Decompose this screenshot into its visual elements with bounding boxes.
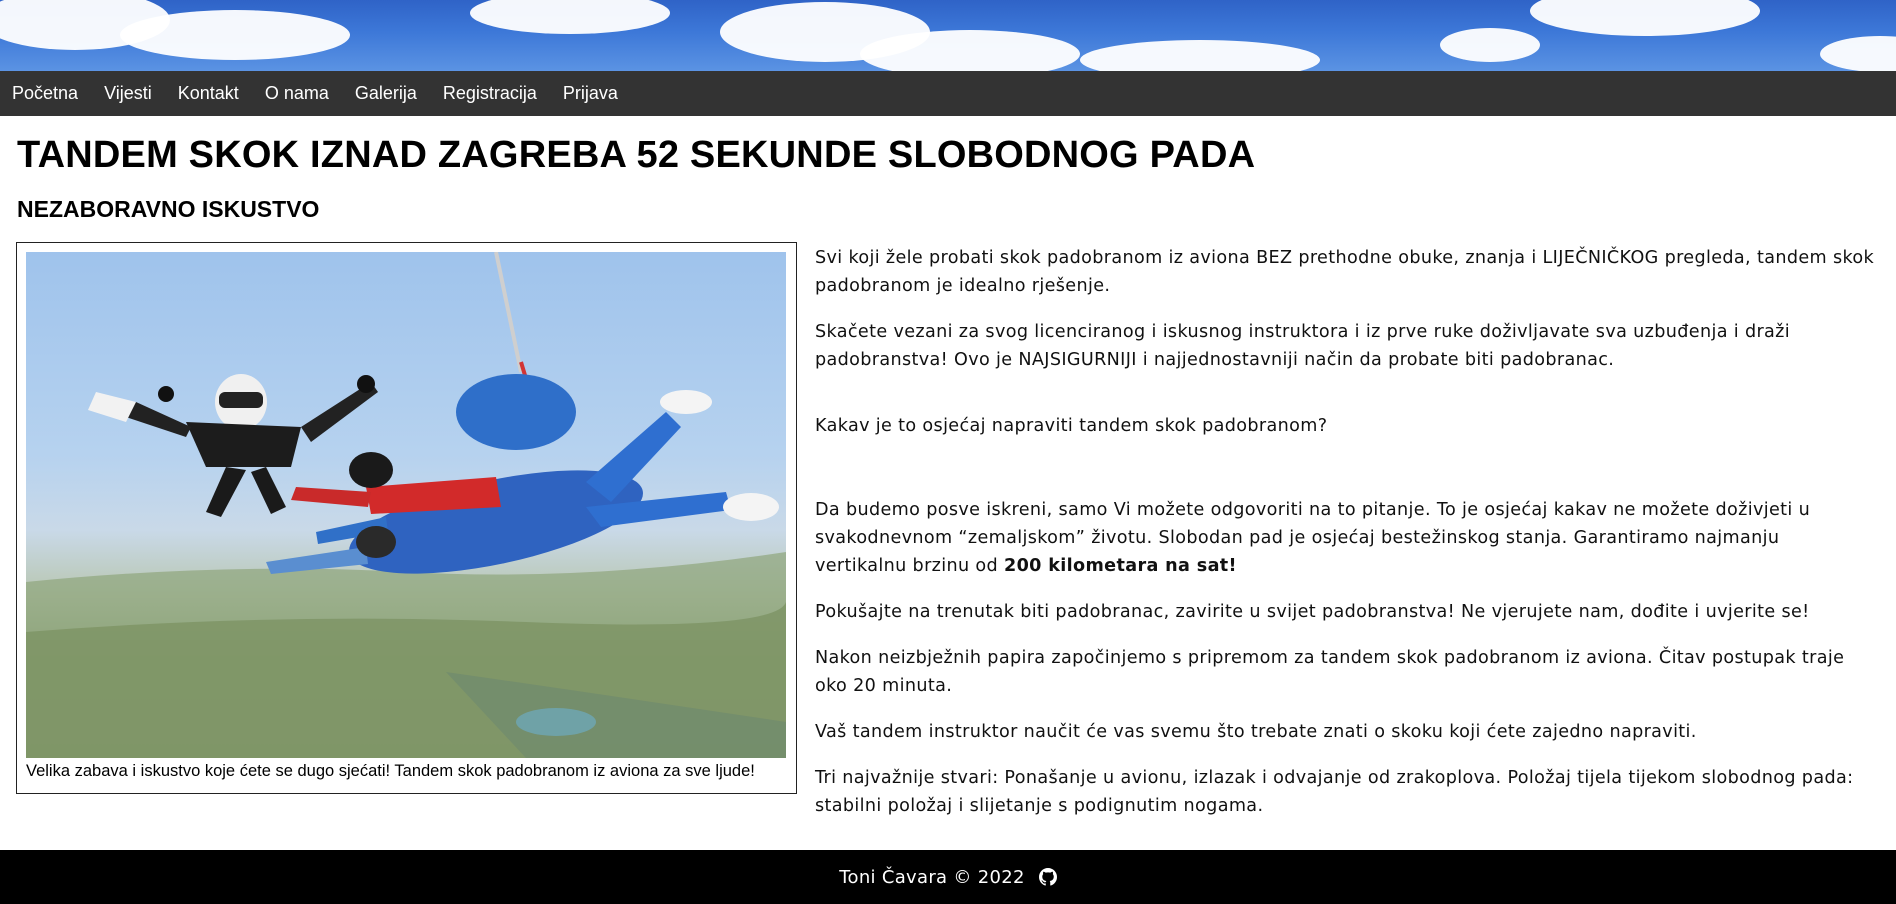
main-nav: Početna Vijesti Kontakt O nama Galerija …: [0, 71, 1896, 116]
skydiving-figure: Velika zabava i iskustvo koje ćete se du…: [16, 242, 797, 794]
paragraph-important: Tri najvažnije stvari: Ponašanje u avion…: [815, 768, 1854, 816]
copyright-text: Toni Čavara © 2022: [839, 866, 1025, 888]
cloud-decoration: [1080, 40, 1320, 71]
cloud-decoration: [1440, 28, 1540, 62]
paragraph-feeling-text: Da budemo posve iskreni, samo Vi možete …: [815, 500, 1811, 576]
page-title: TANDEM SKOK IZNAD ZAGREBA 52 SEKUNDE SLO…: [17, 134, 1256, 176]
photo-caption: Velika zabava i iskustvo koje ćete se du…: [26, 762, 755, 780]
nav-item-kontakt[interactable]: Kontakt: [178, 83, 239, 104]
cloud-decoration: [470, 0, 670, 34]
nav-item-pocetna[interactable]: Početna: [12, 83, 78, 104]
page-footer: Toni Čavara © 2022: [0, 850, 1896, 904]
cloud-decoration: [120, 10, 350, 60]
paragraph-training: Vaš tandem instruktor naučit će vas svem…: [815, 722, 1697, 742]
cloud-decoration: [1530, 0, 1760, 36]
nav-item-vijesti[interactable]: Vijesti: [104, 83, 152, 104]
sky-banner: [0, 0, 1896, 71]
nav-item-o-nama[interactable]: O nama: [265, 83, 329, 104]
paragraph-intro: Svi koji žele probati skok padobranom iz…: [815, 248, 1875, 296]
paragraph-feeling: Da budemo posve iskreni, samo Vi možete …: [815, 496, 1875, 580]
paragraph-try: Pokušajte na trenutak biti padobranac, z…: [815, 602, 1810, 622]
skydiving-photo: [26, 252, 786, 758]
nav-item-galerija[interactable]: Galerija: [355, 83, 417, 104]
speed-highlight: 200 kilometara na sat!: [1004, 556, 1237, 576]
paragraph-instructor: Skačete vezani za svog licenciranog i is…: [815, 322, 1791, 370]
article-text: Svi koji žele probati skok padobranom iz…: [815, 244, 1875, 838]
paragraph-preparation: Nakon neizbježnih papira započinjemo s p…: [815, 648, 1845, 696]
skydivers-illustration: [26, 252, 786, 758]
page-subtitle: NEZABORAVNO ISKUSTVO: [17, 196, 320, 222]
cloud-decoration: [860, 30, 1080, 71]
github-icon[interactable]: [1038, 868, 1057, 886]
cloud-decoration: [1820, 36, 1896, 71]
nav-item-prijava[interactable]: Prijava: [563, 83, 618, 104]
nav-item-registracija[interactable]: Registracija: [443, 83, 537, 104]
paragraph-question: Kakav je to osjećaj napraviti tandem sko…: [815, 416, 1328, 436]
